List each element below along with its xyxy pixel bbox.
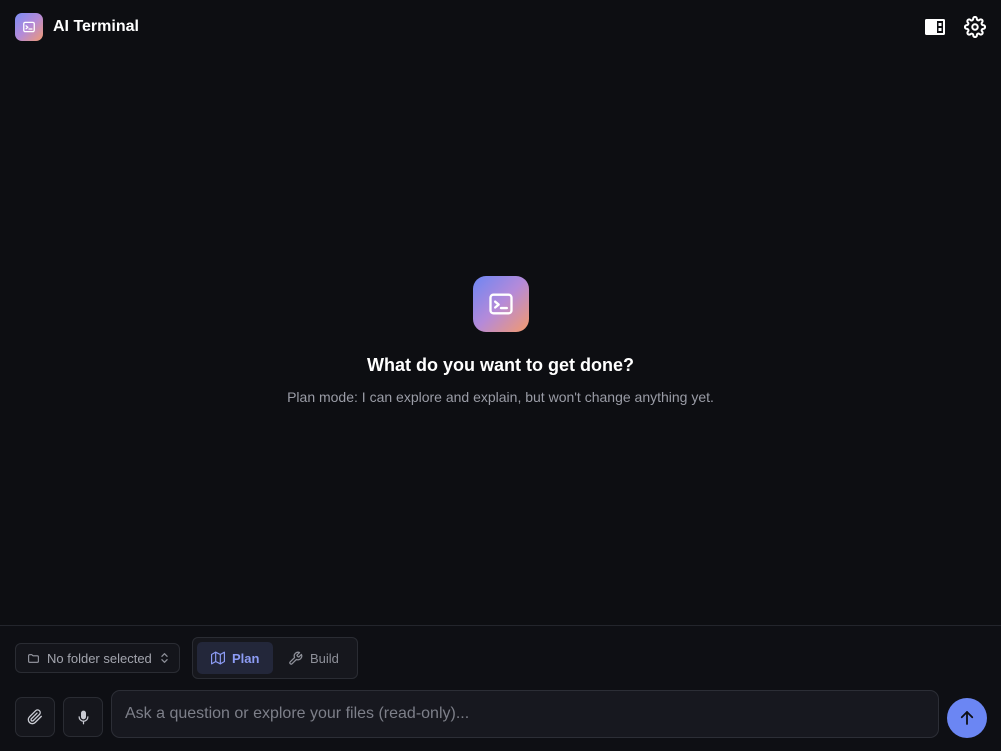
mode-plan-button[interactable]: Plan (197, 642, 273, 674)
prompt-input[interactable] (111, 690, 939, 738)
attach-file-button[interactable] (15, 697, 55, 737)
arrow-up-icon (960, 711, 974, 725)
voice-input-button[interactable] (63, 697, 103, 737)
terminal-icon (489, 293, 513, 315)
app-logo (15, 13, 43, 41)
map-icon (211, 651, 225, 665)
mode-build-label: Build (310, 650, 339, 666)
gear-icon (964, 16, 986, 38)
layout-toggle-button[interactable] (923, 15, 947, 39)
app-title: AI Terminal (53, 18, 139, 35)
microphone-icon (78, 710, 88, 724)
panel-layout-icon (925, 19, 945, 35)
settings-button[interactable] (963, 15, 987, 39)
empty-state-title: What do you want to get done? (367, 355, 634, 375)
paperclip-icon (27, 709, 42, 725)
empty-state-subtitle: Plan mode: I can explore and explain, bu… (287, 389, 714, 405)
send-button[interactable] (947, 698, 987, 738)
terminal-icon (23, 21, 35, 33)
folder-selector-label: No folder selected (47, 650, 152, 666)
composer-panel: No folder selected Plan Build Ask a ques… (0, 625, 1001, 751)
hero-logo (473, 276, 529, 332)
chevron-up-down-icon (160, 652, 169, 664)
app-window: AI Terminal What do you want to get done… (0, 0, 1001, 751)
mode-build-button[interactable]: Build (278, 642, 354, 674)
mode-plan-label: Plan (232, 650, 260, 666)
folder-selector[interactable]: No folder selected (15, 643, 180, 673)
header: AI Terminal (0, 0, 1001, 54)
wrench-icon (289, 651, 303, 665)
folder-icon (28, 653, 39, 663)
mode-switcher: Plan Build (192, 637, 358, 679)
